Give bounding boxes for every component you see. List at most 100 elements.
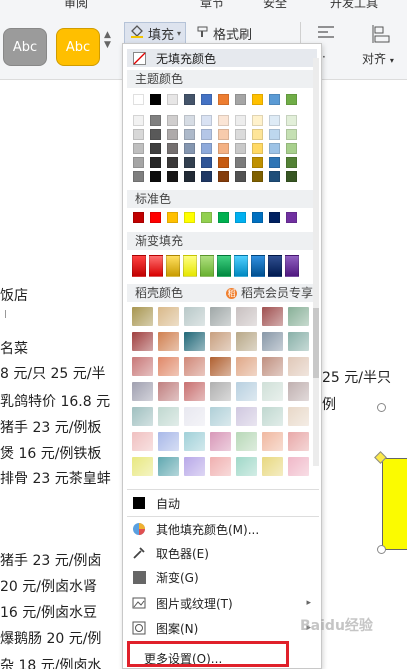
theme-color-swatch[interactable] <box>184 129 195 140</box>
docer-color-swatch[interactable] <box>184 432 205 451</box>
docer-color-swatch[interactable] <box>210 382 231 401</box>
fill-button[interactable]: 填充 ▾ <box>124 22 187 44</box>
theme-color-swatch[interactable] <box>150 129 161 140</box>
theme-color-swatch[interactable] <box>184 143 195 154</box>
gradient-swatch[interactable] <box>234 255 248 277</box>
theme-color-swatch[interactable] <box>150 143 161 154</box>
docer-color-swatch[interactable] <box>210 357 231 376</box>
theme-color-swatch[interactable] <box>252 157 263 168</box>
no-fill-option[interactable]: 无填充颜色 <box>127 49 317 67</box>
standard-color-swatch[interactable] <box>201 212 212 223</box>
shape-style-orange[interactable]: Abc <box>56 28 100 66</box>
theme-color-swatch[interactable] <box>184 115 195 126</box>
theme-color-swatch[interactable] <box>235 157 246 168</box>
theme-color-swatch[interactable] <box>201 157 212 168</box>
more-fill-colors-item[interactable]: 其他填充颜色(M)... <box>131 518 317 540</box>
tab-chapter[interactable]: 章节 <box>200 0 224 11</box>
docer-color-swatch[interactable] <box>184 307 205 326</box>
standard-color-swatch[interactable] <box>184 212 195 223</box>
docer-color-swatch[interactable] <box>288 332 309 351</box>
theme-color-swatch[interactable] <box>235 94 246 105</box>
auto-color-option[interactable]: 自动 <box>131 492 317 514</box>
gradient-item[interactable]: 渐变(G) <box>131 566 317 588</box>
panel-scrollbar[interactable] <box>313 58 319 466</box>
docer-color-swatch[interactable] <box>132 407 153 426</box>
gradient-swatch[interactable] <box>166 255 180 277</box>
docer-color-swatch[interactable] <box>132 382 153 401</box>
selected-shape[interactable] <box>382 458 407 550</box>
docer-color-swatch[interactable] <box>210 457 231 476</box>
standard-color-swatch[interactable] <box>269 212 280 223</box>
tab-developer[interactable]: 开发工具 <box>330 0 378 11</box>
gradient-swatch[interactable] <box>285 255 299 277</box>
theme-color-swatch[interactable] <box>269 171 280 182</box>
shape-resize-handle[interactable] <box>377 403 386 412</box>
docer-color-swatch[interactable] <box>288 432 309 451</box>
theme-color-swatch[interactable] <box>184 171 195 182</box>
theme-color-swatch[interactable] <box>286 129 297 140</box>
theme-color-swatch[interactable] <box>235 171 246 182</box>
docer-color-swatch[interactable] <box>262 307 283 326</box>
theme-color-swatch[interactable] <box>133 115 144 126</box>
shape-resize-handle[interactable] <box>377 545 386 554</box>
standard-color-swatch[interactable] <box>133 212 144 223</box>
docer-color-swatch[interactable] <box>236 457 257 476</box>
docer-color-swatch[interactable] <box>158 382 179 401</box>
theme-color-swatch[interactable] <box>269 129 280 140</box>
docer-color-swatch[interactable] <box>262 457 283 476</box>
theme-color-swatch[interactable] <box>269 143 280 154</box>
theme-color-swatch[interactable] <box>218 143 229 154</box>
docer-color-swatch[interactable] <box>158 457 179 476</box>
docer-color-swatch[interactable] <box>262 382 283 401</box>
shape-style-gray[interactable]: Abc <box>3 28 47 66</box>
theme-color-swatch[interactable] <box>286 143 297 154</box>
theme-color-swatch[interactable] <box>167 129 178 140</box>
theme-color-swatch[interactable] <box>150 94 161 105</box>
standard-color-swatch[interactable] <box>218 212 229 223</box>
docer-color-swatch[interactable] <box>236 357 257 376</box>
docer-color-swatch[interactable] <box>262 407 283 426</box>
theme-color-swatch[interactable] <box>167 115 178 126</box>
docer-color-swatch[interactable] <box>158 432 179 451</box>
docer-color-swatch[interactable] <box>288 307 309 326</box>
theme-color-swatch[interactable] <box>167 94 178 105</box>
style-gallery-arrow-icon[interactable]: ▲ ▼ <box>104 30 111 50</box>
pattern-item[interactable]: 图案(N) ▸ <box>131 617 317 639</box>
align-icon[interactable] <box>372 24 394 48</box>
theme-color-swatch[interactable] <box>269 115 280 126</box>
docer-color-swatch[interactable] <box>158 307 179 326</box>
docer-color-swatch[interactable] <box>262 432 283 451</box>
theme-color-swatch[interactable] <box>286 94 297 105</box>
eyedropper-item[interactable]: 取色器(E) <box>131 542 317 564</box>
theme-color-swatch[interactable] <box>252 94 263 105</box>
gradient-swatch[interactable] <box>132 255 146 277</box>
theme-color-swatch[interactable] <box>133 129 144 140</box>
theme-color-swatch[interactable] <box>252 143 263 154</box>
align-dropdown-suffix[interactable]: · <box>322 50 326 64</box>
gradient-swatch[interactable] <box>251 255 265 277</box>
theme-color-swatch[interactable] <box>133 157 144 168</box>
tab-security[interactable]: 安全 <box>263 0 287 11</box>
member-exclusive-tag[interactable]: 稻 稻壳会员专享 <box>226 284 313 302</box>
theme-color-swatch[interactable] <box>218 129 229 140</box>
theme-color-swatch[interactable] <box>201 143 212 154</box>
docer-color-swatch[interactable] <box>288 457 309 476</box>
docer-color-swatch[interactable] <box>236 382 257 401</box>
tab-review[interactable]: 审阅 <box>64 0 88 11</box>
docer-color-swatch[interactable] <box>288 407 309 426</box>
standard-color-swatch[interactable] <box>235 212 246 223</box>
docer-color-swatch[interactable] <box>132 357 153 376</box>
theme-color-swatch[interactable] <box>184 94 195 105</box>
docer-color-swatch[interactable] <box>132 432 153 451</box>
docer-color-swatch[interactable] <box>262 357 283 376</box>
theme-color-swatch[interactable] <box>201 171 212 182</box>
theme-color-swatch[interactable] <box>269 157 280 168</box>
standard-color-swatch[interactable] <box>167 212 178 223</box>
docer-color-swatch[interactable] <box>288 357 309 376</box>
standard-color-swatch[interactable] <box>252 212 263 223</box>
theme-color-swatch[interactable] <box>201 129 212 140</box>
theme-color-swatch[interactable] <box>201 115 212 126</box>
gradient-swatch[interactable] <box>268 255 282 277</box>
docer-color-swatch[interactable] <box>132 307 153 326</box>
theme-color-swatch[interactable] <box>252 171 263 182</box>
